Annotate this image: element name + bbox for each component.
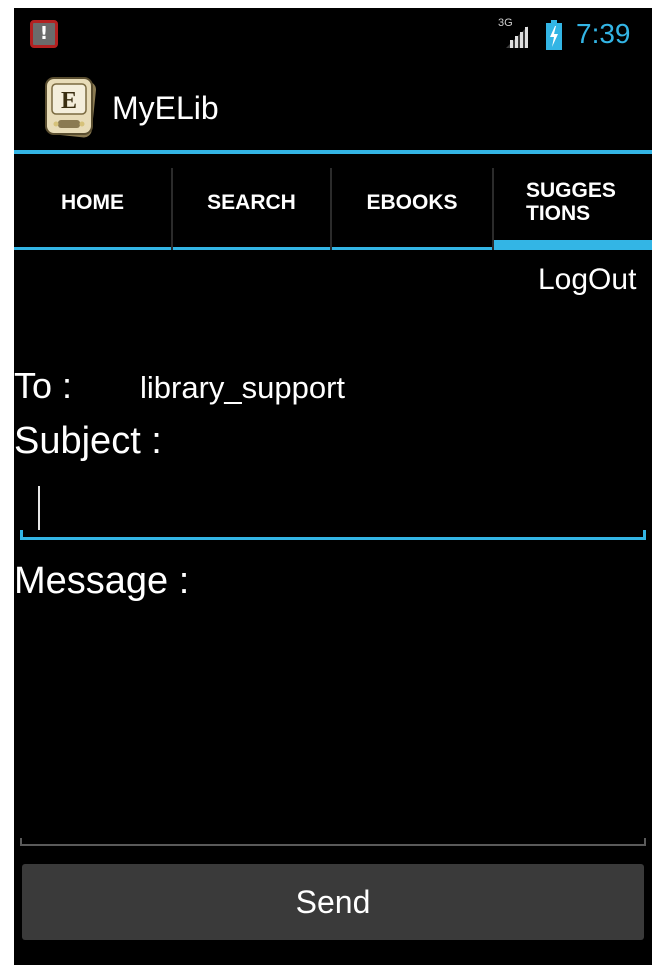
logout-link[interactable]: LogOut bbox=[538, 260, 636, 300]
signal-icon bbox=[506, 26, 528, 48]
tab-label: SUGGES TIONS bbox=[526, 179, 616, 225]
input-underline-tick bbox=[643, 530, 646, 540]
tab-suggestions[interactable]: SUGGES TIONS bbox=[494, 154, 652, 250]
tab-indicator-selected bbox=[494, 240, 652, 250]
alert-icon[interactable]: ! bbox=[30, 20, 58, 48]
app-title: MyELib bbox=[112, 90, 219, 126]
input-underline-tick bbox=[20, 838, 22, 846]
tab-ebooks[interactable]: EBOOKS bbox=[332, 154, 492, 250]
text-caret bbox=[38, 486, 40, 530]
to-value: library_support bbox=[140, 370, 346, 405]
message-input[interactable] bbox=[20, 614, 646, 846]
app-screen: ! 3G 7:39 E MyELib HOME SEARCH EBOOKS SU… bbox=[14, 8, 652, 965]
tab-home[interactable]: HOME bbox=[14, 154, 171, 250]
input-underline bbox=[20, 844, 646, 846]
input-underline-tick bbox=[20, 530, 23, 540]
input-underline-focused bbox=[20, 537, 646, 540]
tab-indicator bbox=[332, 247, 492, 250]
tab-bar: HOME SEARCH EBOOKS SUGGES TIONS bbox=[14, 154, 652, 250]
tab-label: SEARCH bbox=[207, 190, 296, 214]
tab-indicator bbox=[173, 247, 330, 250]
status-bar: ! 3G 7:39 bbox=[14, 8, 652, 60]
ebook-logo-icon[interactable]: E bbox=[42, 76, 100, 138]
tab-search[interactable]: SEARCH bbox=[173, 154, 330, 250]
subject-label: Subject : bbox=[14, 420, 162, 462]
tab-label: HOME bbox=[61, 190, 124, 214]
send-button[interactable]: Send bbox=[22, 864, 644, 940]
subject-input[interactable] bbox=[20, 474, 646, 540]
action-bar: E MyELib bbox=[14, 60, 652, 150]
svg-text:E: E bbox=[61, 88, 77, 114]
tab-label: EBOOKS bbox=[366, 190, 458, 214]
battery-charging-icon bbox=[546, 20, 562, 50]
tab-indicator bbox=[14, 247, 171, 250]
input-underline-tick bbox=[644, 838, 646, 846]
message-label: Message : bbox=[14, 560, 190, 602]
status-clock: 7:39 bbox=[576, 18, 631, 49]
to-label: To : bbox=[14, 365, 73, 406]
